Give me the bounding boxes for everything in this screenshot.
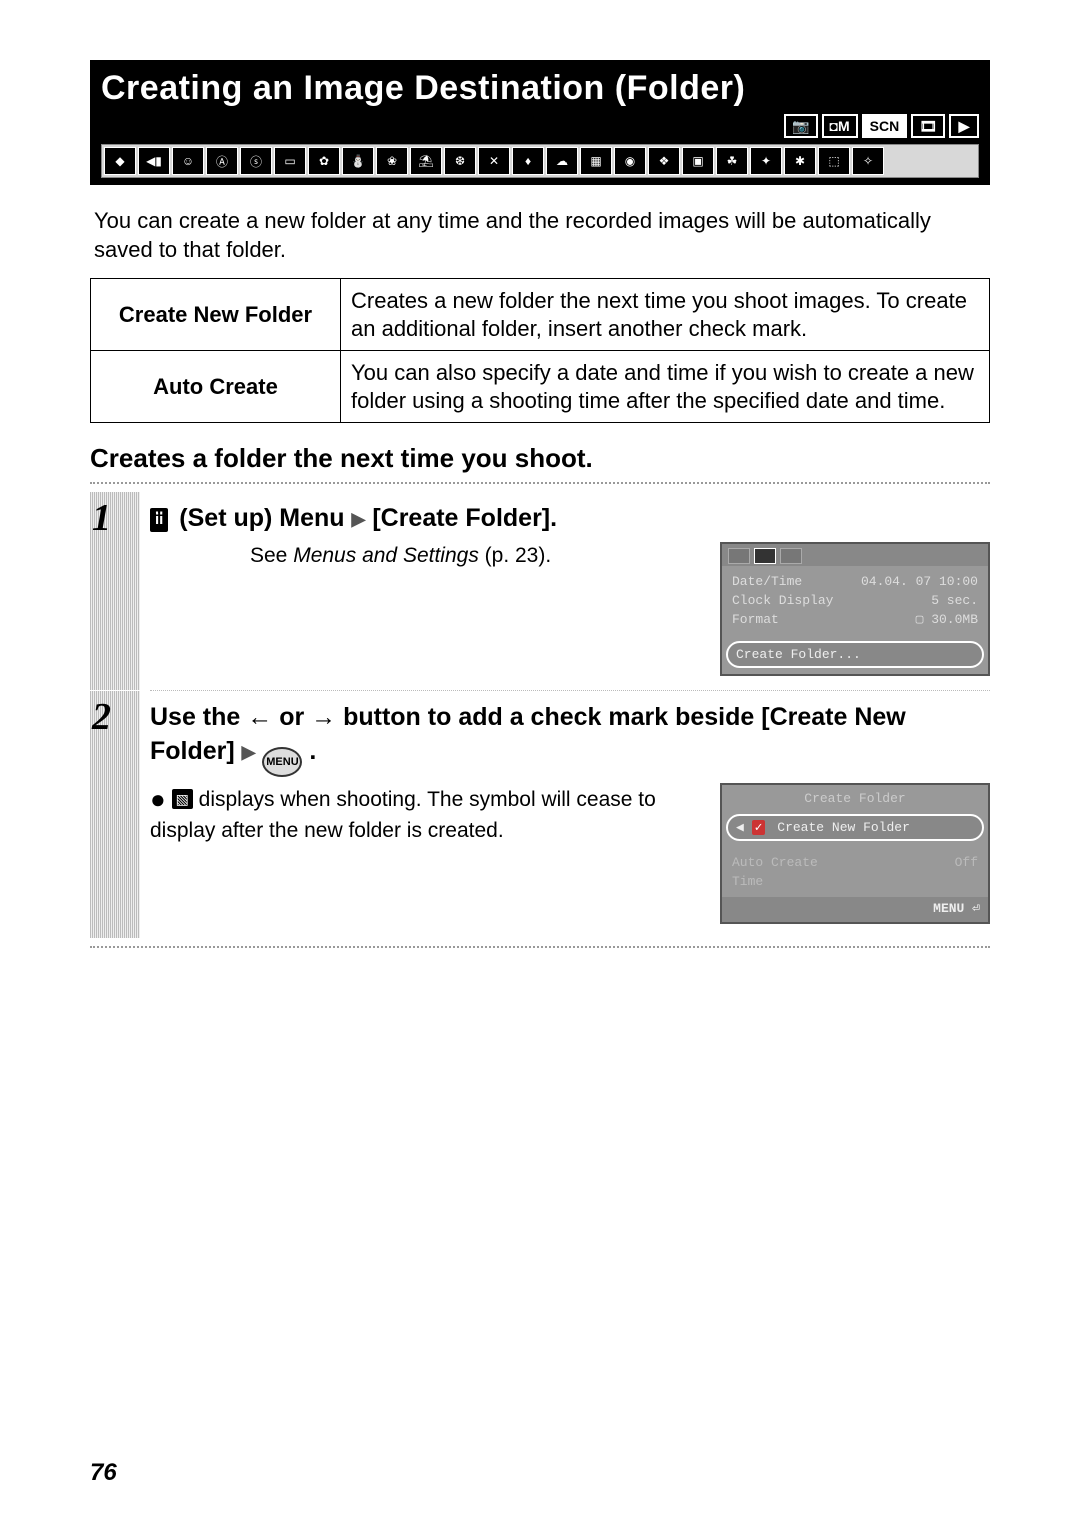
- strip-icon: ♦: [512, 147, 544, 175]
- strip-icon: ✕: [478, 147, 510, 175]
- strip-icon: Ⓐ: [206, 147, 238, 175]
- screen-highlight-text: Create New Folder: [777, 820, 910, 835]
- shooting-mode-strip: ◆ ◀▮ ☺ Ⓐ ⓢ ▭ ✿ ⛄ ❀ ⛱ ❆ ✕ ♦ ☁ ▦ ◉ ❖ ▣ ☘ ✦…: [101, 144, 979, 178]
- screen-tab: [780, 548, 802, 564]
- strip-icon: ✦: [750, 147, 782, 175]
- mode-scn-icon: SCN: [862, 114, 908, 138]
- manual-page: Creating an Image Destination (Folder) 📷…: [0, 0, 1080, 988]
- see-reference: Menus and Settings: [293, 544, 479, 567]
- step-text: ● ▧ displays when shooting. The symbol w…: [150, 783, 706, 844]
- strip-icon: ▣: [682, 147, 714, 175]
- step-text: See Menus and Settings (p. 23).: [150, 542, 706, 569]
- section-header: Creating an Image Destination (Folder) 📷…: [90, 60, 990, 185]
- lcd-screenshot-setup: Date/Time 04.04. 07 10:00 Clock Display …: [720, 542, 990, 676]
- mode-camera-icon: 📷: [784, 114, 817, 138]
- screen-row: Auto Create Off: [732, 853, 978, 872]
- screen-highlighted-item: Create Folder...: [726, 641, 984, 668]
- strip-icon: ⬚: [818, 147, 850, 175]
- screen-key: Time: [732, 874, 763, 889]
- strip-icon: ⛄: [342, 147, 374, 175]
- screen-val: 5 sec.: [931, 593, 978, 608]
- folder-shoot-icon: ▧: [172, 789, 193, 809]
- step-number: 2: [92, 695, 111, 739]
- step-heading: i̇i̇ (Set up) Menu ▶ [Create Folder].: [150, 502, 990, 536]
- strip-icon: ◀▮: [138, 147, 170, 175]
- strip-icon: ⓢ: [240, 147, 272, 175]
- option-label: Auto Create: [91, 351, 341, 423]
- mode-play-icon: ▶: [949, 114, 979, 138]
- step-body-text: displays when shooting. The symbol will …: [150, 788, 656, 842]
- strip-icon: ☘: [716, 147, 748, 175]
- arrow-right-icon: ▶: [242, 742, 256, 762]
- section-title: Creating an Image Destination (Folder): [101, 69, 979, 108]
- option-desc: Creates a new folder the next time you s…: [341, 279, 990, 351]
- screen-row: Date/Time 04.04. 07 10:00: [732, 572, 978, 591]
- strip-icon: ☁: [546, 147, 578, 175]
- strip-icon: ▭: [274, 147, 306, 175]
- strip-icon: ✧: [852, 147, 884, 175]
- mode-movie-icon: 🎞: [911, 114, 945, 138]
- option-desc: You can also specify a date and time if …: [341, 351, 990, 423]
- screen-key: Clock Display: [732, 593, 833, 608]
- steps-block: 1 i̇i̇ (Set up) Menu ▶ [Create Folder]. …: [90, 482, 990, 948]
- step-2: 2 Use the ← or → button to add a check m…: [150, 691, 990, 938]
- arrow-right-icon: ▶: [352, 509, 366, 529]
- strip-icon: ◉: [614, 147, 646, 175]
- nav-left-icon: ◀: [736, 820, 744, 835]
- strip-icon: ▦: [580, 147, 612, 175]
- screen-tab-row: [722, 544, 988, 566]
- page-number: 76: [90, 1459, 117, 1487]
- strip-icon: ✿: [308, 147, 340, 175]
- step-heading: Use the ← or → button to add a check mar…: [150, 701, 990, 777]
- subsection-heading: Creates a folder the next time you shoot…: [90, 443, 990, 474]
- table-row: Auto Create You can also specify a date …: [91, 351, 990, 423]
- screen-val: 04.04. 07 10:00: [861, 574, 978, 589]
- step-1: 1 i̇i̇ (Set up) Menu ▶ [Create Folder]. …: [150, 492, 990, 691]
- screen-val: Off: [955, 855, 978, 870]
- screen-key: Date/Time: [732, 574, 802, 589]
- menu-button-icon: MENU: [262, 747, 302, 777]
- screen-key: Format: [732, 612, 779, 627]
- screen-row: Clock Display 5 sec.: [732, 591, 978, 610]
- bullet-icon: ●: [150, 784, 166, 814]
- option-label: Create New Folder: [91, 279, 341, 351]
- see-prefix: See: [250, 544, 293, 567]
- screen-title: Create Folder: [722, 785, 988, 808]
- screen-row: Format ▢ 30.0MB: [732, 610, 978, 629]
- screen-highlighted-item: ◀ ✓ Create New Folder: [726, 814, 984, 841]
- screen-tab-active: [754, 548, 776, 564]
- see-suffix: (p. 23).: [479, 544, 551, 567]
- step-heading-part: [Create Folder].: [372, 504, 557, 532]
- strip-icon: ❖: [648, 147, 680, 175]
- table-row: Create New Folder Creates a new folder t…: [91, 279, 990, 351]
- screen-val: ▢ 30.0MB: [916, 612, 978, 627]
- lcd-screenshot-create-folder: Create Folder ◀ ✓ Create New Folder Auto…: [720, 783, 990, 924]
- step-number: 1: [92, 496, 111, 540]
- strip-icon: ✱: [784, 147, 816, 175]
- step-heading-part: (Set up) Menu: [179, 504, 344, 532]
- intro-text: You can create a new folder at any time …: [94, 207, 986, 264]
- strip-icon: ❆: [444, 147, 476, 175]
- screen-row: Time: [732, 872, 978, 891]
- mode-icon-row: 📷 ◘M SCN 🎞 ▶: [101, 114, 979, 138]
- screen-menu-hint: MENU ⏎: [722, 897, 988, 922]
- strip-icon: ☺: [172, 147, 204, 175]
- setup-menu-icon: i̇i̇: [150, 508, 168, 532]
- strip-icon: ◆: [104, 147, 136, 175]
- screen-key: Auto Create: [732, 855, 818, 870]
- mode-om-icon: ◘M: [822, 114, 858, 138]
- checkmark-icon: ✓: [752, 820, 766, 835]
- strip-icon: ⛱: [410, 147, 442, 175]
- strip-icon: ❀: [376, 147, 408, 175]
- options-table: Create New Folder Creates a new folder t…: [90, 278, 990, 423]
- screen-tab: [728, 548, 750, 564]
